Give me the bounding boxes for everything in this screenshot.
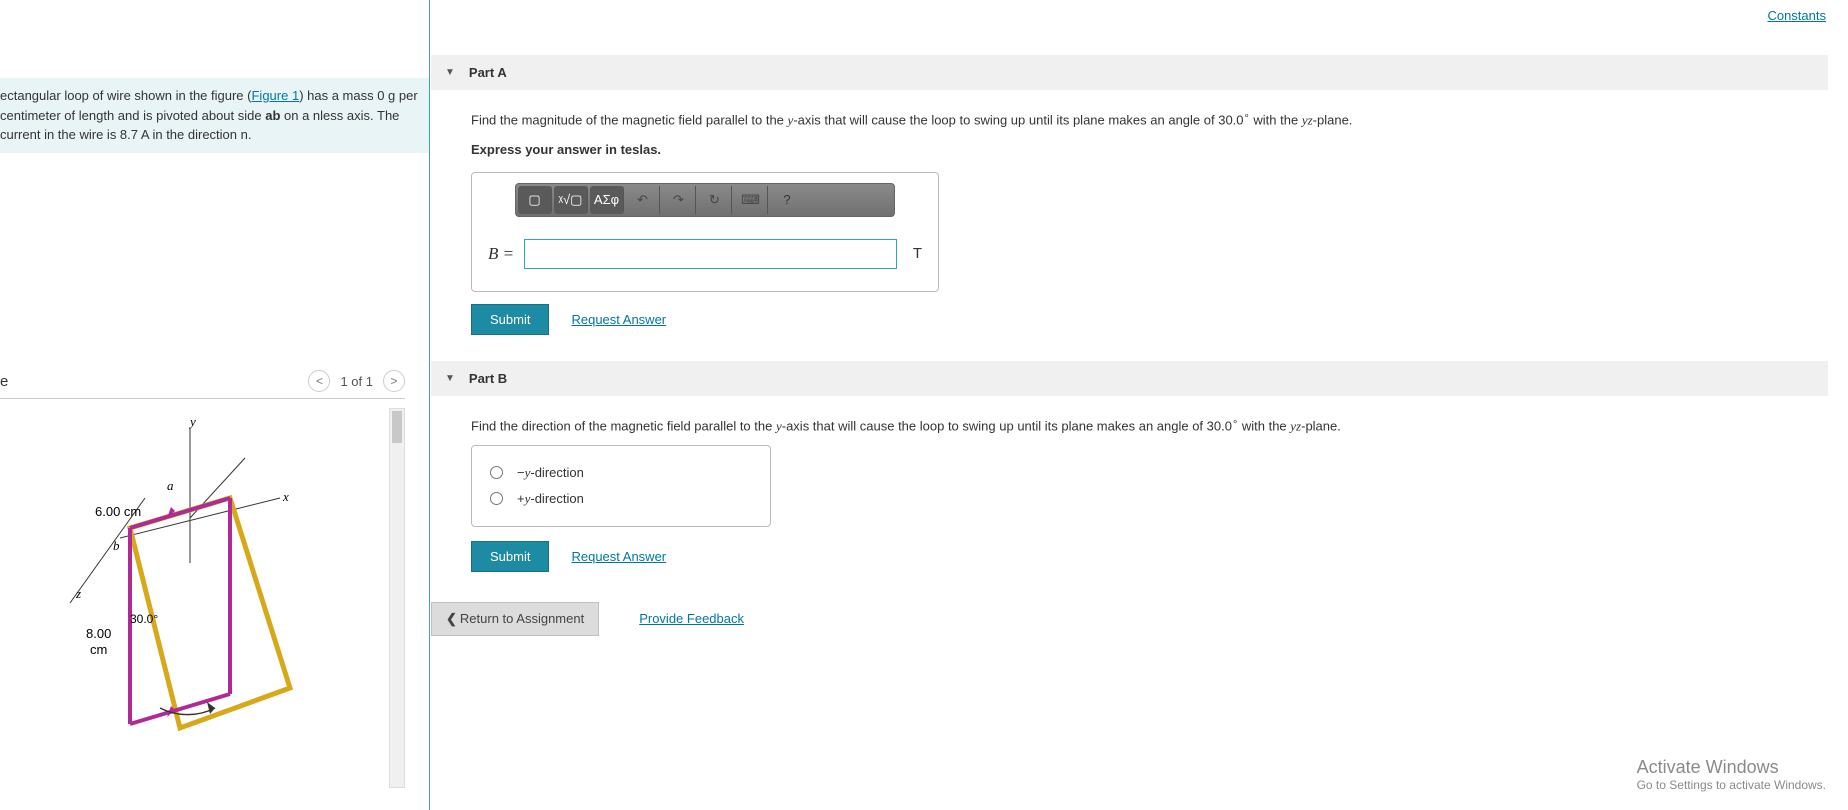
problem-statement: ectangular loop of wire shown in the fig… bbox=[0, 78, 429, 153]
right-panel: Constants ▼ Part A Find the magnitude of… bbox=[431, 0, 1848, 810]
part-a-header[interactable]: ▼ Part A bbox=[431, 55, 1828, 90]
collapse-icon: ▼ bbox=[445, 67, 455, 78]
equation-lhs: B = bbox=[488, 244, 514, 264]
template-button[interactable]: ▢ bbox=[518, 186, 552, 214]
redo-button[interactable]: ↷ bbox=[662, 186, 696, 214]
figure-1-link[interactable]: Figure 1 bbox=[251, 88, 299, 103]
provide-feedback-link[interactable]: Provide Feedback bbox=[639, 611, 744, 626]
return-to-assignment-button[interactable]: ❮Return to Assignment bbox=[431, 602, 599, 636]
option-neg-y[interactable]: −y-direction bbox=[490, 460, 752, 486]
sqrt-button[interactable]: ᵡ√▢ bbox=[554, 186, 588, 214]
scrollbar-thumb[interactable] bbox=[392, 411, 402, 443]
help-button[interactable]: ? bbox=[770, 186, 804, 214]
part-a-body: Find the magnitude of the magnetic field… bbox=[431, 90, 1828, 339]
dim-6cm-label: 6.00 cm bbox=[95, 504, 141, 519]
part-a-submit-button[interactable]: Submit bbox=[471, 304, 549, 335]
axis-y-label: y bbox=[188, 414, 196, 429]
keyboard-button[interactable]: ⌨ bbox=[734, 186, 768, 214]
part-b-header[interactable]: ▼ Part B bbox=[431, 361, 1828, 396]
option-pos-y[interactable]: +y-direction bbox=[490, 486, 752, 512]
axis-z-label: z bbox=[75, 586, 81, 601]
figure-svg: y x z a b 6.00 cm 8.00 cm 30.0° bbox=[0, 398, 390, 778]
collapse-icon: ▼ bbox=[445, 373, 455, 384]
part-b-question: Find the direction of the magnetic field… bbox=[471, 414, 1788, 437]
option-neg-y-label: −y-direction bbox=[517, 465, 584, 481]
part-b-submit-row: Submit Request Answer bbox=[471, 541, 1788, 572]
figure-next-button[interactable]: > bbox=[383, 370, 405, 392]
part-b-options: −y-direction +y-direction bbox=[471, 445, 771, 527]
part-a-express: Express your answer in teslas. bbox=[471, 139, 1788, 161]
watermark-line1: Activate Windows bbox=[1637, 757, 1826, 778]
side-ab-label: ab bbox=[265, 108, 280, 123]
figure-prev-button[interactable]: < bbox=[308, 370, 330, 392]
vertex-b-label: b bbox=[113, 538, 120, 553]
undo-button[interactable]: ↶ bbox=[626, 186, 660, 214]
return-label: Return to Assignment bbox=[460, 611, 584, 626]
part-b-body: Find the direction of the magnetic field… bbox=[431, 396, 1828, 576]
vertex-a-label: a bbox=[167, 478, 174, 493]
bottom-nav: ❮Return to Assignment Provide Feedback bbox=[431, 602, 1828, 636]
part-a-unit: T bbox=[913, 245, 922, 262]
reset-button[interactable]: ↻ bbox=[698, 186, 732, 214]
part-b-label: Part B bbox=[469, 371, 507, 386]
option-pos-y-label: +y-direction bbox=[517, 491, 584, 507]
axis-x-label: x bbox=[282, 489, 289, 504]
watermark-line2: Go to Settings to activate Windows. bbox=[1637, 778, 1826, 792]
part-b-submit-button[interactable]: Submit bbox=[471, 541, 549, 572]
figure-area: y x z a b 6.00 cm 8.00 cm 30.0° bbox=[0, 398, 405, 804]
angle-30-label: 30.0° bbox=[130, 612, 158, 626]
equation-toolbar: ▢ ᵡ√▢ ΑΣφ ↶ ↷ ↻ ⌨ ? bbox=[515, 183, 895, 217]
figure-pager: < 1 of 1 > bbox=[308, 370, 405, 392]
part-a-answer-box: ▢ ᵡ√▢ ΑΣφ ↶ ↷ ↻ ⌨ ? B = T bbox=[471, 172, 939, 292]
problem-text-1: ectangular loop of wire shown in the fig… bbox=[0, 88, 251, 103]
figure-scrollbar[interactable] bbox=[389, 408, 405, 788]
left-panel: ectangular loop of wire shown in the fig… bbox=[0, 0, 430, 810]
dim-8cm-label: 8.00 bbox=[86, 626, 111, 641]
windows-activation-watermark: Activate Windows Go to Settings to activ… bbox=[1637, 757, 1826, 792]
part-a-question: Find the magnitude of the magnetic field… bbox=[471, 108, 1788, 131]
part-a-answer-input[interactable] bbox=[524, 239, 897, 269]
part-a-request-answer-link[interactable]: Request Answer bbox=[571, 312, 666, 327]
equation-row: B = T bbox=[482, 239, 928, 269]
greek-button[interactable]: ΑΣφ bbox=[590, 186, 624, 214]
radio-pos-y[interactable] bbox=[490, 492, 503, 505]
chevron-left-icon: ❮ bbox=[446, 611, 457, 626]
part-a-submit-row: Submit Request Answer bbox=[471, 304, 1788, 335]
part-a-label: Part A bbox=[469, 65, 507, 80]
figure-toolbar: e < 1 of 1 > bbox=[0, 370, 405, 399]
figure-title: e bbox=[0, 373, 8, 390]
figure-page-text: 1 of 1 bbox=[340, 374, 373, 389]
radio-neg-y[interactable] bbox=[490, 466, 503, 479]
part-b-request-answer-link[interactable]: Request Answer bbox=[571, 549, 666, 564]
constants-link[interactable]: Constants bbox=[1767, 8, 1826, 23]
dim-8cm-unit: cm bbox=[90, 642, 107, 657]
